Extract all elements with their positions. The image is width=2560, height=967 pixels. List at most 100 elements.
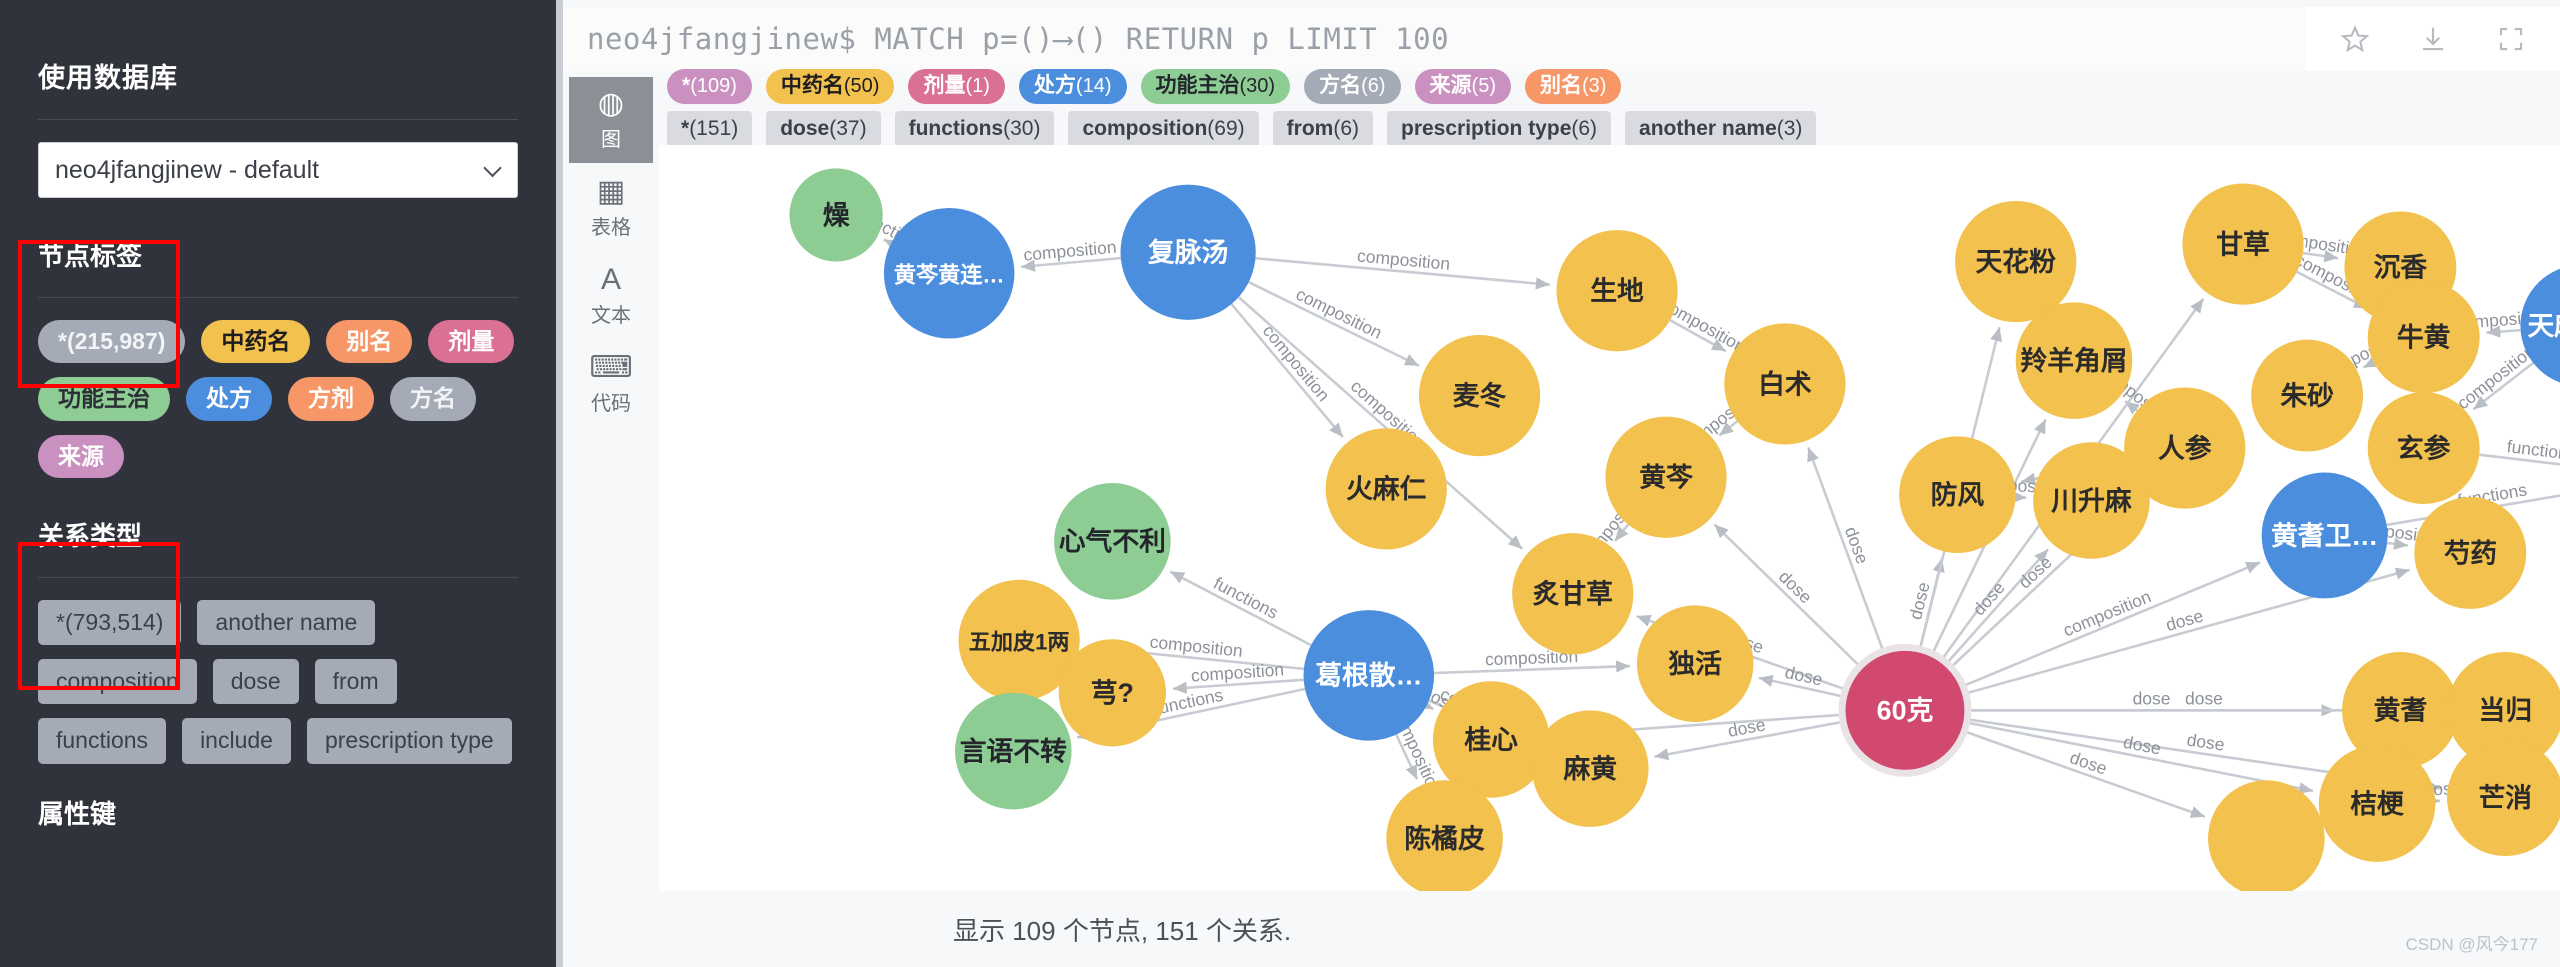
- view-tab-table[interactable]: ▦ 表格: [569, 165, 653, 251]
- graph-node[interactable]: 天花粉: [1955, 200, 2077, 323]
- graph-node[interactable]: 芎?: [1058, 639, 1166, 747]
- legend-node-chip[interactable]: 功能主治(30): [1140, 69, 1291, 104]
- graph-edge-label: composition: [1293, 284, 1385, 343]
- graph-node-label: 心气不利: [1059, 527, 1166, 557]
- relationship-type-chip[interactable]: include: [182, 718, 291, 764]
- graph-node[interactable]: 60克: [1838, 643, 1972, 777]
- star-icon[interactable]: [2340, 24, 2370, 54]
- graph-node[interactable]: 燥: [789, 168, 883, 262]
- graph-edge-label: composition: [1149, 632, 1244, 661]
- graph-node[interactable]: 黄芩黄连…: [883, 207, 1015, 339]
- relationship-type-chip[interactable]: functions: [38, 718, 167, 764]
- relationship-type-chip[interactable]: from: [314, 659, 397, 705]
- legend-node-count: (14): [1075, 75, 1112, 98]
- legend-relationship-chip[interactable]: another name(3): [1625, 110, 1817, 147]
- watermark: CSDN @风今177: [2405, 935, 2538, 954]
- graph-node[interactable]: 桂心: [1432, 681, 1550, 798]
- legend-relationship-count: (6): [1333, 116, 1359, 140]
- relationship-type-chip[interactable]: prescription type: [306, 718, 512, 764]
- relationship-type-chip[interactable]: composition: [38, 659, 197, 705]
- legend-relationship-chip[interactable]: from(6): [1272, 110, 1373, 147]
- node-label-chip[interactable]: 别名: [326, 320, 413, 364]
- graph-visualization[interactable]: compositioncompositioncompositioncomposi…: [659, 145, 2560, 891]
- legend-node-chip[interactable]: 处方(14): [1018, 69, 1127, 104]
- node-label-chip[interactable]: 方名: [390, 377, 476, 421]
- graph-node[interactable]: 桔梗: [2318, 745, 2436, 862]
- graph-node[interactable]: 芍药: [2414, 497, 2527, 609]
- graph-node[interactable]: 甘草: [2182, 183, 2304, 305]
- graph-edge-label: composition: [1259, 321, 1334, 405]
- graph-edge-label: dose: [1775, 567, 1816, 608]
- view-tab-code[interactable]: ⌨ 代码: [569, 341, 653, 427]
- legend-node-chip[interactable]: 中药名(50): [765, 69, 895, 104]
- legend-node-chip[interactable]: 别名(3): [1524, 69, 1622, 104]
- relationship-type-chip[interactable]: another name: [197, 599, 376, 646]
- node-label-chip[interactable]: 功能主治: [38, 377, 170, 421]
- node-label-chip[interactable]: 方剂: [288, 377, 374, 421]
- legend-node-chip[interactable]: 剂量(1): [908, 69, 1005, 104]
- legend-node-chip[interactable]: *(109): [667, 69, 752, 104]
- node-label-chip[interactable]: 剂量: [428, 320, 515, 364]
- graph-node[interactable]: 炙甘草: [1512, 533, 1634, 655]
- graph-edge[interactable]: [2486, 325, 2521, 338]
- legend-relationship-chip[interactable]: functions(30): [894, 110, 1055, 147]
- graph-node[interactable]: 复脉汤: [1120, 184, 1256, 320]
- graph-node[interactable]: 言语不转: [955, 692, 1072, 810]
- graph-edge[interactable]: [1963, 730, 2206, 818]
- graph-node[interactable]: 玄参: [2367, 392, 2480, 505]
- graph-node[interactable]: 川升麻: [2033, 442, 2150, 559]
- graph-node-circle[interactable]: [2208, 780, 2325, 891]
- node-label-chip[interactable]: 来源: [38, 434, 124, 478]
- graph-node[interactable]: 白术: [1724, 323, 1846, 445]
- graph-node[interactable]: 防风: [1899, 436, 2016, 553]
- download-icon[interactable]: [2418, 24, 2448, 54]
- node-label-chip[interactable]: *(215,987): [38, 320, 186, 364]
- legend-relationship-chip[interactable]: *(151): [667, 110, 753, 147]
- graph-icon: ◍: [597, 86, 625, 120]
- relationship-type-chip[interactable]: dose: [212, 659, 299, 705]
- legend-relationship-chip[interactable]: dose(37): [766, 110, 881, 147]
- view-tab-graph[interactable]: ◍ 图: [569, 77, 653, 163]
- legend-node-chip[interactable]: 来源(5): [1414, 69, 1511, 104]
- graph-node[interactable]: 朱砂: [2251, 339, 2364, 452]
- relationship-type-chip[interactable]: *(793,514): [38, 599, 182, 646]
- graph-node-label: 当归: [2478, 696, 2532, 726]
- database-select[interactable]: neo4jfangjinew - default: [38, 142, 518, 198]
- legend-node-chip[interactable]: 方名(6): [1304, 69, 1401, 104]
- result-frame: neo4jfangjinew$ MATCH p=()⟶() RETURN p L…: [556, 0, 2560, 967]
- graph-node[interactable]: 麦冬: [1418, 334, 1541, 457]
- graph-node[interactable]: 芒消: [2447, 739, 2560, 857]
- table-icon: ▦: [596, 174, 626, 208]
- graph-edge-label: dose: [2067, 747, 2109, 779]
- graph-node[interactable]: 火麻仁: [1325, 428, 1447, 550]
- graph-edge[interactable]: [1230, 303, 1344, 438]
- node-label-chip[interactable]: 处方: [186, 377, 272, 421]
- graph-node[interactable]: 麻黄: [1531, 710, 1649, 827]
- graph-node[interactable]: 葛根散…: [1303, 610, 1435, 741]
- graph-edge-label: dose: [2014, 552, 2055, 593]
- graph-node[interactable]: 独活: [1636, 605, 1754, 722]
- node-label-chip[interactable]: 中药名: [201, 320, 311, 364]
- graph-node[interactable]: 羚羊角屑: [2015, 302, 2133, 419]
- view-tab-label: 图: [601, 128, 621, 151]
- graph-node-label: 川升麻: [2051, 486, 2132, 516]
- divider: [38, 119, 518, 120]
- view-switcher: ◍ 图 ▦ 表格 A 文本 ⌨ 代码: [563, 71, 659, 967]
- graph-node-label: 生地: [1590, 276, 1644, 306]
- graph-node[interactable]: 心气不利: [1054, 483, 1171, 600]
- graph-node[interactable]: 黄耆卫…: [2261, 472, 2388, 599]
- graph-node[interactable]: 牛黄: [2367, 281, 2480, 394]
- legend-relationship-chip[interactable]: composition(69): [1068, 110, 1259, 147]
- divider: [38, 576, 518, 578]
- graph-node[interactable]: [2208, 780, 2325, 891]
- graph-node[interactable]: 黄芩: [1605, 416, 1727, 538]
- query-display[interactable]: neo4jfangjinew$ MATCH p=()⟶() RETURN p L…: [563, 7, 2306, 71]
- graph-node-label: 沉香: [2374, 253, 2428, 283]
- graph-edge[interactable]: [1807, 446, 1885, 652]
- view-tab-text[interactable]: A 文本: [569, 253, 653, 339]
- legend-relationship-chip[interactable]: prescription type(6): [1387, 110, 1612, 147]
- graph-canvas[interactable]: composition composition composition composi…: [659, 145, 2560, 891]
- expand-icon[interactable]: [2496, 24, 2526, 54]
- graph-node[interactable]: 生地: [1556, 230, 1678, 352]
- legend-relationship-count: (3): [1776, 116, 1803, 140]
